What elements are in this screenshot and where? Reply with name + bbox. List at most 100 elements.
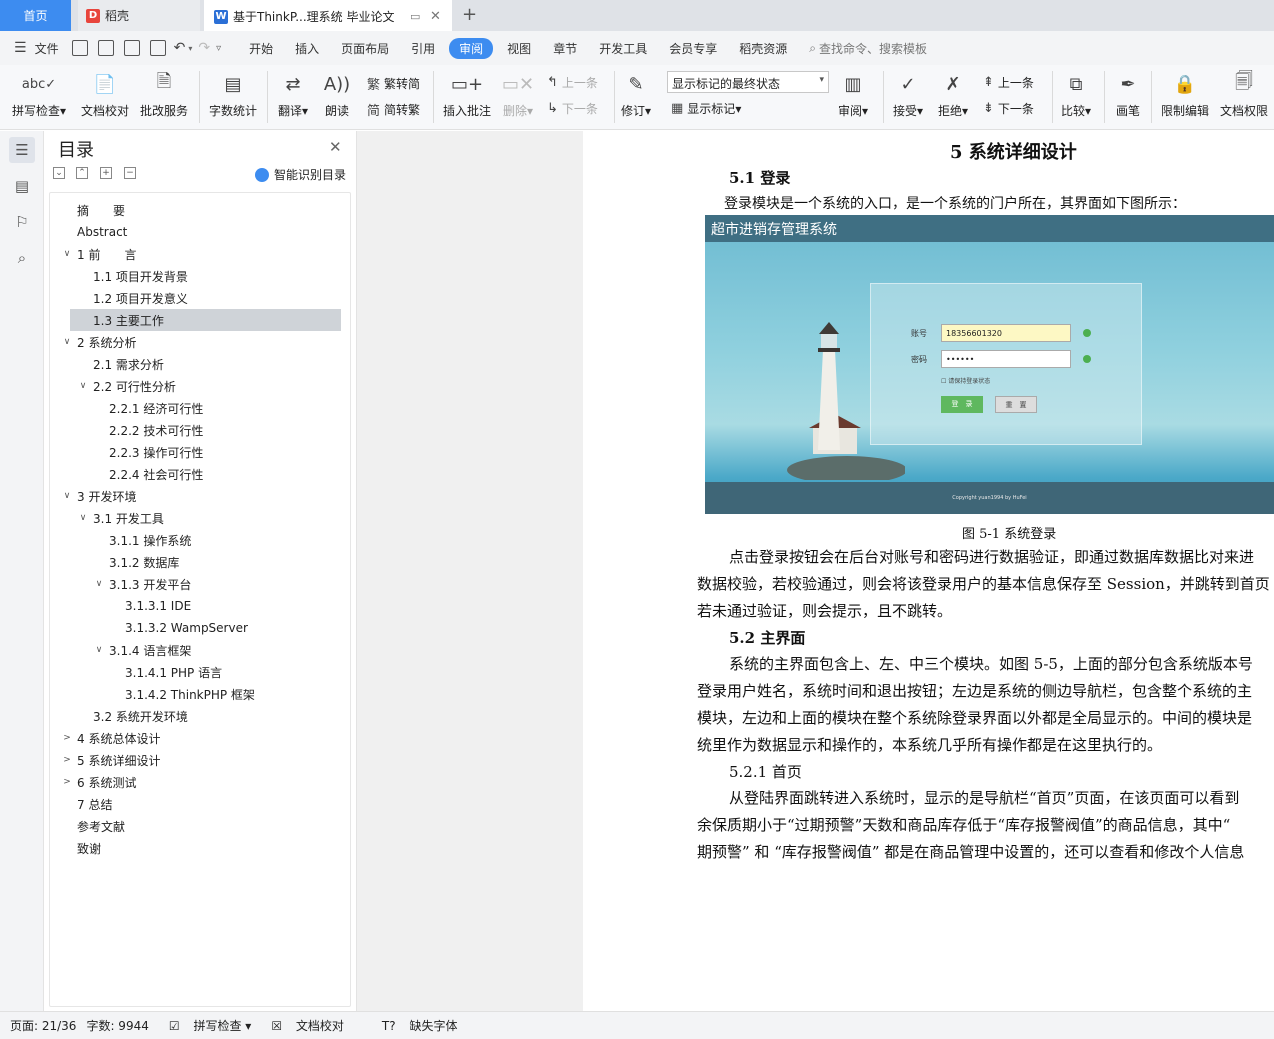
chevron-right-icon[interactable]: > [60,733,74,743]
redo-icon[interactable]: ↷ [198,40,210,56]
doc-rights-button[interactable]: 🗐 文档权限 [1220,69,1268,119]
chevron-down-icon[interactable]: ∨ [92,645,106,655]
toc-item[interactable]: 3.1.3.2 WampServer [50,617,348,639]
toc-item[interactable]: 2.2.2 技术可行性 [50,419,348,441]
menu-tab-5[interactable]: 视图 [499,37,539,60]
toc-item[interactable]: 参考文献 [50,815,348,837]
toc-item[interactable]: ∨ 3 开发环境 [50,485,348,507]
print-preview-icon[interactable] [149,40,166,56]
hamburger-menu-icon[interactable]: ☰ [14,40,27,56]
undo-dropdown-icon[interactable]: ▾ [188,44,192,53]
menu-tab-6[interactable]: 章节 [545,37,585,60]
status-doc-proof[interactable]: ☒ 文档校对 [261,1017,344,1034]
toc-item[interactable]: 摘 要 [50,199,348,221]
read-aloud-button[interactable]: A)) 朗读 [323,69,351,119]
toc-panel-icon[interactable]: ☰ [9,137,35,163]
toc-item[interactable]: 2.2.1 经济可行性 [50,397,348,419]
menu-tab-1[interactable]: 插入 [287,37,327,60]
chevron-down-icon[interactable]: ∨ [92,579,106,589]
toc-item[interactable]: >4 系统总体设计 [50,727,348,749]
toc-item[interactable]: ∨ 2.2 可行性分析 [50,375,348,397]
insert-comment-button[interactable]: ▭+ 插入批注 [443,69,491,119]
toc-item[interactable]: 3.1.1 操作系统 [50,529,348,551]
show-markup-button[interactable]: ▦ 显示标记 ▾ [671,100,741,117]
menu-tab-0[interactable]: 开始 [241,37,281,60]
menu-tab-3[interactable]: 引用 [403,37,443,60]
tab-daoke[interactable]: D 稻壳 [78,0,200,31]
tab-home[interactable]: 首页 [0,0,71,31]
chevron-down-icon[interactable]: ∨ [76,381,90,391]
chevron-down-icon[interactable]: ∨ [60,337,74,347]
command-search[interactable]: ⌕ 查找命令、搜索模板 [809,40,927,57]
toc-item[interactable]: 1.3 主要工作 [70,309,341,331]
toc-item[interactable]: Abstract [50,221,348,243]
page-indicator[interactable]: 页面: 21/36 [10,1017,76,1034]
toc-item[interactable]: 2.2.3 操作可行性 [50,441,348,463]
word-count-button[interactable]: ▤ 字数统计 [209,69,257,119]
toc-item[interactable]: ∨ 3.1.4 语言框架 [50,639,348,661]
collapse-all-icon[interactable]: ⌄ [53,167,65,179]
prev-comment-button[interactable]: ↰ 上一条 [547,74,598,91]
next-comment-button[interactable]: ↳ 下一条 [547,100,598,117]
smart-toc-button[interactable]: 智能识别目录 [255,166,346,183]
next-change-button[interactable]: ⇟ 下一条 [983,100,1034,117]
toc-item[interactable]: 3.2 系统开发环境 [50,705,348,727]
save-icon[interactable] [71,40,88,56]
toc-item[interactable]: 1.2 项目开发意义 [50,287,348,309]
chevron-down-icon[interactable]: ∨ [60,249,74,259]
tab-document[interactable]: W 基于ThinkP...理系统 毕业论文 ▭ ✕ [204,0,452,31]
toc-item[interactable]: 2.2.4 社会可行性 [50,463,348,485]
chevron-right-icon[interactable]: > [60,755,74,765]
status-missing-font[interactable]: T? 缺失字体 [372,1017,458,1034]
toc-item[interactable]: 3.1.4.2 ThinkPHP 框架 [50,683,348,705]
track-changes-button[interactable]: ✎ 修订▾ [621,69,651,119]
chevron-right-icon[interactable]: > [60,777,74,787]
menu-tab-4[interactable]: 审阅 [449,37,494,59]
expand-up-icon[interactable]: ⌃ [76,167,88,179]
doc-proof-button[interactable]: 📄 文档校对 [81,69,129,119]
menu-file[interactable]: 文件 [27,37,67,60]
tab-restore-icon[interactable]: ▭ [410,10,420,23]
review-pane-button[interactable]: ▥ 审阅▾ [838,69,868,119]
chapter-nav-icon[interactable]: ▤ [9,173,35,199]
add-heading-icon[interactable]: + [100,167,112,179]
close-icon[interactable]: ✕ [329,138,342,156]
toc-item[interactable]: 1.1 项目开发背景 [50,265,348,287]
batch-service-button[interactable]: 🗎 批改服务 [140,69,188,119]
menu-tab-2[interactable]: 页面布局 [333,37,397,60]
toc-item[interactable]: 2.1 需求分析 [50,353,348,375]
spell-check-button[interactable]: abc✓ 拼写检查▾ [12,69,66,119]
print-icon[interactable] [123,40,140,56]
toc-item[interactable]: 3.1.3.1 IDE [50,595,348,617]
tab-close-icon[interactable]: ✕ [430,9,441,24]
markup-state-select[interactable]: 显示标记的最终状态 ▾ [667,71,829,93]
toc-item[interactable]: >5 系统详细设计 [50,749,348,771]
menu-tab-7[interactable]: 开发工具 [591,37,655,60]
accept-button[interactable]: ✓ 接受▾ [893,69,923,119]
remove-heading-icon[interactable]: − [124,167,136,179]
toc-item[interactable]: >6 系统测试 [50,771,348,793]
translate-button[interactable]: ⇄ 翻译▾ [278,69,308,119]
toc-item[interactable]: 3.1.2 数据库 [50,551,348,573]
word-count-indicator[interactable]: 字数: 9944 [86,1017,148,1034]
menu-tab-9[interactable]: 稻壳资源 [731,37,795,60]
toc-item[interactable]: ∨ 3.1 开发工具 [50,507,348,529]
trad-to-simp-button[interactable]: 繁繁转简 [367,74,420,93]
search-icon[interactable]: ⌕ [9,245,35,271]
compare-button[interactable]: ⧉ 比较▾ [1061,69,1091,119]
simp-to-trad-button[interactable]: 简简转繁 [367,100,420,119]
reject-button[interactable]: ✗ 拒绝▾ [938,69,968,119]
undo-icon[interactable]: ↶ [174,40,186,56]
ink-pen-button[interactable]: ✒ 画笔 [1114,69,1142,119]
document-page[interactable]: 5 系统详细设计 5.1 登录 登录模块是一个系统的入口，是一个系统的门户所在，… [583,131,1274,1011]
bookmark-icon[interactable]: ⚐ [9,209,35,235]
toc-item[interactable]: ∨ 1 前 言 [50,243,348,265]
customize-quick-access-icon[interactable]: ▿ [216,43,221,54]
delete-comment-button[interactable]: ▭✕ 删除▾ [502,69,534,119]
prev-change-button[interactable]: ⇞ 上一条 [983,74,1034,91]
toc-item[interactable]: ∨ 3.1.3 开发平台 [50,573,348,595]
chevron-down-icon[interactable]: ∨ [76,513,90,523]
menu-tab-8[interactable]: 会员专享 [661,37,725,60]
toc-item[interactable]: 7 总结 [50,793,348,815]
export-pdf-icon[interactable] [97,40,114,56]
